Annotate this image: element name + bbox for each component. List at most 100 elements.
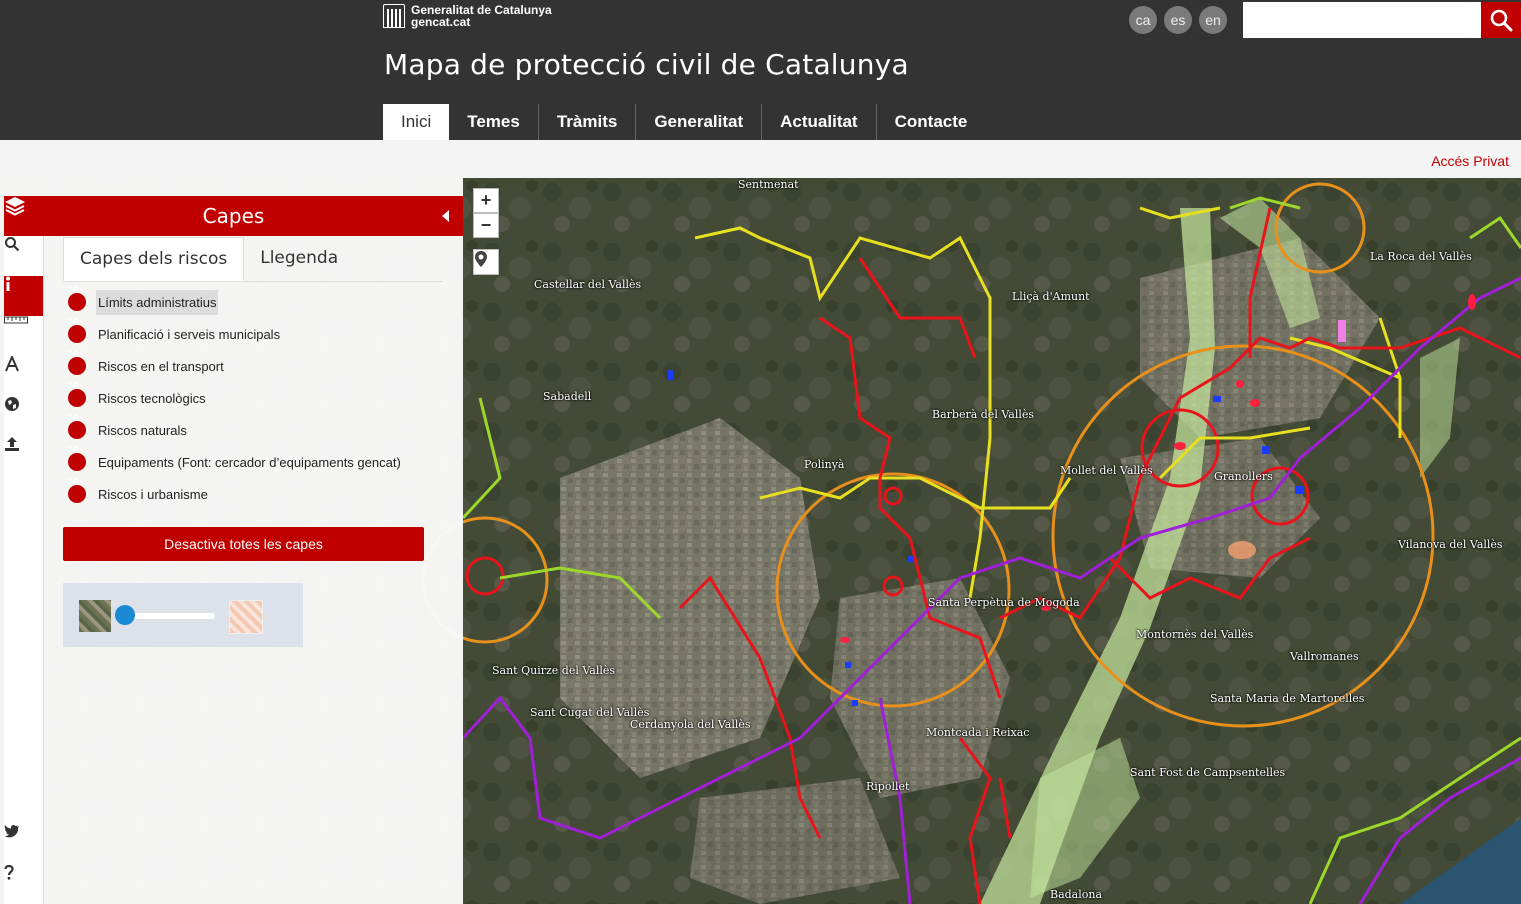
- chevron-down-icon[interactable]: [68, 318, 86, 343]
- nav-contacte[interactable]: Contacte: [877, 104, 986, 140]
- locate-button[interactable]: [473, 249, 499, 275]
- globe-icon: [5, 397, 19, 411]
- zoom-control: + −: [473, 188, 499, 238]
- map-label: Granollers: [1214, 470, 1273, 483]
- panel-header: Capes: [4, 196, 463, 236]
- map-label: Cerdanyola del Vallès: [630, 718, 751, 731]
- opacity-slider-handle[interactable]: [115, 605, 135, 625]
- layer-item[interactable]: Riscos naturals: [68, 414, 403, 446]
- search-button[interactable]: [1481, 2, 1521, 38]
- layer-item[interactable]: Límits administratius: [68, 286, 403, 318]
- deactivate-all-layers-button[interactable]: Desactiva totes les capes: [63, 527, 424, 561]
- map-pin-icon: [475, 251, 487, 267]
- upload-icon: [5, 437, 19, 451]
- layer-label: Riscos naturals: [98, 422, 187, 438]
- map-label: Sant Fost de Campsentelles: [1130, 766, 1286, 779]
- layer-label: Equipaments (Font: cercador d’equipament…: [98, 454, 401, 470]
- gencat-logo[interactable]: Generalitat de Catalunya gencat.cat: [383, 4, 552, 28]
- language-switcher: ca es en: [1129, 6, 1227, 34]
- tool-sidebar: [4, 236, 44, 904]
- lang-en[interactable]: en: [1199, 6, 1227, 34]
- tool-info[interactable]: [4, 276, 43, 316]
- sub-bar: Accés Privat: [0, 140, 1521, 178]
- layer-item[interactable]: Planificació i serveis municipals: [68, 318, 403, 350]
- nav-tramits[interactable]: Tràmits: [539, 104, 637, 140]
- map-label: Vallromanes: [1290, 650, 1359, 663]
- map-label: Santa Maria de Martorelles: [1210, 692, 1365, 705]
- chevron-down-icon[interactable]: [68, 478, 86, 503]
- map-label: Sant Cugat del Vallès: [530, 706, 650, 719]
- tool-help[interactable]: [4, 864, 43, 904]
- twitter-icon: [4, 824, 19, 838]
- page-title: Mapa de protecció civil de Catalunya: [384, 48, 909, 81]
- layer-label: Riscos en el transport: [98, 358, 224, 374]
- site-header: Generalitat de Catalunya gencat.cat Mapa…: [0, 0, 1521, 140]
- map-label: Mollet del Vallès: [1060, 464, 1153, 477]
- logo-line2: gencat.cat: [411, 15, 471, 29]
- chevron-down-icon[interactable]: [68, 382, 86, 407]
- layers-panel: Capes Capes dels riscos Llegenda Límits …: [0, 178, 463, 904]
- nav-temes[interactable]: Temes: [449, 104, 539, 140]
- map-label: Montornès del Vallès: [1136, 628, 1254, 641]
- tool-upload[interactable]: [4, 436, 43, 476]
- chevron-down-icon[interactable]: [68, 286, 86, 311]
- zoom-in-button[interactable]: +: [473, 188, 499, 213]
- lang-ca[interactable]: ca: [1129, 6, 1157, 34]
- map-view[interactable]: Castellar del Vallès Sabadell Barberà de…: [0, 178, 1521, 904]
- layer-item[interactable]: Equipaments (Font: cercador d’equipament…: [68, 446, 403, 478]
- gencat-logo-icon: [383, 4, 405, 28]
- collapse-panel-icon[interactable]: [442, 210, 449, 222]
- chevron-down-icon[interactable]: [68, 446, 86, 471]
- map-label: Sant Quirze del Vallès: [492, 664, 616, 677]
- tool-measure[interactable]: [4, 316, 43, 356]
- panel-title: Capes: [202, 204, 265, 228]
- layer-item[interactable]: Riscos i urbanisme: [68, 478, 403, 510]
- search-icon: [1490, 9, 1513, 32]
- layer-list: Límits administratius Planificació i serv…: [68, 286, 403, 510]
- map-label: Sentmenat: [738, 178, 799, 191]
- private-access-link[interactable]: Accés Privat: [1431, 153, 1509, 169]
- map-label: Barberà del Vallès: [932, 408, 1035, 421]
- layer-label: Riscos i urbanisme: [98, 486, 208, 502]
- map-label: Castellar del Vallès: [534, 278, 642, 291]
- layer-item[interactable]: Riscos tecnològics: [68, 382, 403, 414]
- map-label: Montcada i Reixac: [926, 726, 1030, 739]
- gencat-logo-text: Generalitat de Catalunya gencat.cat: [411, 4, 552, 28]
- search-icon: [5, 237, 20, 252]
- zoom-out-button[interactable]: −: [473, 213, 499, 238]
- ruler-icon: [4, 316, 28, 324]
- text-icon: [5, 356, 19, 372]
- main-nav: Inici Temes Tràmits Generalitat Actualit…: [383, 104, 985, 140]
- opacity-slider-track[interactable]: [125, 613, 215, 619]
- map-label: La Roca del Vallès: [1370, 250, 1472, 263]
- map-label: Sabadell: [543, 390, 592, 403]
- tool-basemap[interactable]: [4, 396, 43, 436]
- layer-label: Planificació i serveis municipals: [98, 326, 281, 342]
- tool-twitter[interactable]: [4, 824, 43, 864]
- layer-label: Riscos tecnològics: [98, 390, 206, 406]
- help-icon: [4, 864, 14, 880]
- map-label: Santa Perpètua de Mogoda: [928, 596, 1080, 609]
- map-label: Badalona: [1050, 888, 1103, 901]
- chevron-down-icon[interactable]: [68, 350, 86, 375]
- layer-item[interactable]: Riscos en el transport: [68, 350, 403, 382]
- nav-actualitat[interactable]: Actualitat: [762, 104, 877, 140]
- satellite-thumbnail: [79, 600, 111, 632]
- map-thumbnail: [229, 600, 263, 634]
- map-label: Ripollet: [866, 780, 910, 793]
- opacity-control: [63, 583, 303, 647]
- tool-search[interactable]: [4, 236, 43, 276]
- tab-divider: [63, 281, 443, 282]
- layer-label: Límits administratius: [96, 289, 219, 315]
- panel-tabs: Capes dels riscos Llegenda: [63, 237, 354, 281]
- nav-inici[interactable]: Inici: [383, 104, 450, 140]
- search-input[interactable]: [1243, 2, 1481, 38]
- nav-generalitat[interactable]: Generalitat: [636, 104, 763, 140]
- map-label: Vilanova del Vallès: [1398, 538, 1503, 551]
- map-label: Lliçà d'Amunt: [1012, 290, 1090, 303]
- chevron-down-icon[interactable]: [68, 414, 86, 439]
- lang-es[interactable]: es: [1164, 6, 1192, 34]
- tool-text[interactable]: [4, 356, 43, 396]
- tab-capes-riscos[interactable]: Capes dels riscos: [63, 237, 245, 281]
- tab-llegenda[interactable]: Llegenda: [244, 237, 354, 279]
